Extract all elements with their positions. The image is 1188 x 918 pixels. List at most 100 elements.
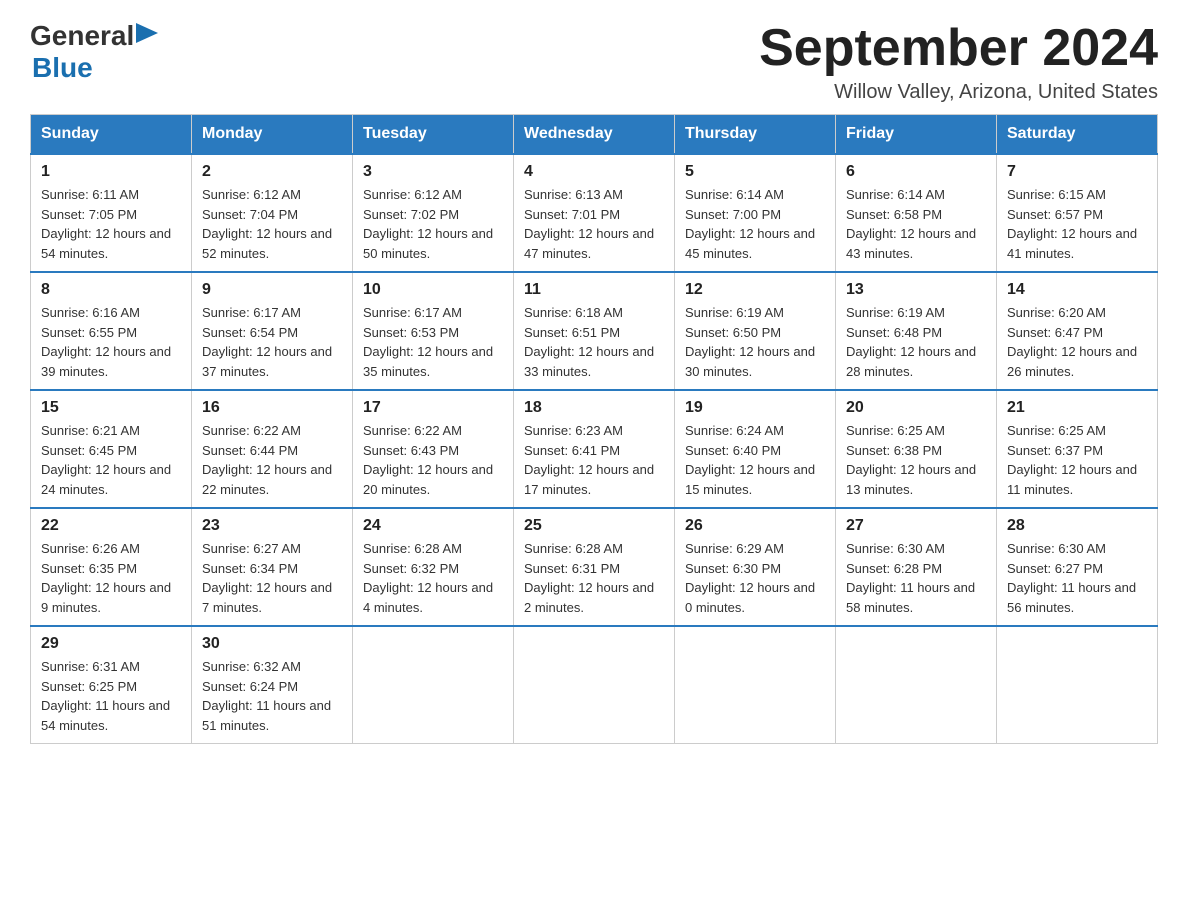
day-number: 11 <box>524 281 664 299</box>
day-number: 10 <box>363 281 503 299</box>
location-subtitle: Willow Valley, Arizona, United States <box>759 81 1158 104</box>
calendar-cell: 15Sunrise: 6:21 AMSunset: 6:45 PMDayligh… <box>31 390 192 508</box>
day-info: Sunrise: 6:17 AMSunset: 6:53 PMDaylight:… <box>363 303 503 381</box>
calendar-cell: 28 Sunrise: 6:30 AMSunset: 6:27 PMDayligh… <box>997 508 1158 626</box>
calendar-cell <box>997 626 1158 744</box>
calendar-cell: 24 Sunrise: 6:28 AMSunset: 6:32 PMDayligh… <box>353 508 514 626</box>
day-number: 18 <box>524 399 664 417</box>
day-info: Sunrise: 6:14 AMSunset: 7:00 PMDaylight:… <box>685 185 825 263</box>
day-info: Sunrise: 6:28 AMSunset: 6:31 PMDaylight:… <box>524 539 664 617</box>
calendar-cell: 7Sunrise: 6:15 AMSunset: 6:57 PMDaylight… <box>997 154 1158 272</box>
calendar-cell: 2Sunrise: 6:12 AMSunset: 7:04 PMDaylight… <box>192 154 353 272</box>
day-number: 12 <box>685 281 825 299</box>
day-number: 25 <box>524 517 664 535</box>
calendar-cell: 11 Sunrise: 6:18 AMSunset: 6:51 PMDayligh… <box>514 272 675 390</box>
day-info: Sunrise: 6:30 AMSunset: 6:27 PMDaylight:… <box>1007 539 1147 617</box>
calendar-cell: 10 Sunrise: 6:17 AMSunset: 6:53 PMDayligh… <box>353 272 514 390</box>
day-info: Sunrise: 6:30 AMSunset: 6:28 PMDaylight:… <box>846 539 986 617</box>
day-number: 1 <box>41 163 181 181</box>
logo-text-general: General <box>30 20 134 52</box>
day-info: Sunrise: 6:18 AMSunset: 6:51 PMDaylight:… <box>524 303 664 381</box>
day-info: Sunrise: 6:19 AMSunset: 6:50 PMDaylight:… <box>685 303 825 381</box>
day-number: 27 <box>846 517 986 535</box>
day-info: Sunrise: 6:29 AMSunset: 6:30 PMDaylight:… <box>685 539 825 617</box>
day-number: 4 <box>524 163 664 181</box>
day-info: Sunrise: 6:28 AMSunset: 6:32 PMDaylight:… <box>363 539 503 617</box>
calendar-cell: 16 Sunrise: 6:22 AMSunset: 6:44 PMDayligh… <box>192 390 353 508</box>
calendar-cell: 6 Sunrise: 6:14 AMSunset: 6:58 PMDaylight… <box>836 154 997 272</box>
day-info: Sunrise: 6:27 AMSunset: 6:34 PMDaylight:… <box>202 539 342 617</box>
day-info: Sunrise: 6:24 AMSunset: 6:40 PMDaylight:… <box>685 421 825 499</box>
day-number: 22 <box>41 517 181 535</box>
day-info: Sunrise: 6:31 AMSunset: 6:25 PMDaylight:… <box>41 657 181 735</box>
day-number: 24 <box>363 517 503 535</box>
calendar-cell: 30Sunrise: 6:32 AMSunset: 6:24 PMDayligh… <box>192 626 353 744</box>
month-title: September 2024 <box>759 20 1158 77</box>
calendar-cell: 3 Sunrise: 6:12 AMSunset: 7:02 PMDaylight… <box>353 154 514 272</box>
day-info: Sunrise: 6:22 AMSunset: 6:43 PMDaylight:… <box>363 421 503 499</box>
calendar-cell <box>353 626 514 744</box>
day-info: Sunrise: 6:22 AMSunset: 6:44 PMDaylight:… <box>202 421 342 499</box>
day-info: Sunrise: 6:13 AMSunset: 7:01 PMDaylight:… <box>524 185 664 263</box>
calendar-cell: 13 Sunrise: 6:19 AMSunset: 6:48 PMDayligh… <box>836 272 997 390</box>
calendar-cell: 29Sunrise: 6:31 AMSunset: 6:25 PMDayligh… <box>31 626 192 744</box>
calendar-cell: 9 Sunrise: 6:17 AMSunset: 6:54 PMDaylight… <box>192 272 353 390</box>
logo: General Blue <box>30 20 158 84</box>
day-info: Sunrise: 6:26 AMSunset: 6:35 PMDaylight:… <box>41 539 181 617</box>
day-info: Sunrise: 6:17 AMSunset: 6:54 PMDaylight:… <box>202 303 342 381</box>
day-info: Sunrise: 6:14 AMSunset: 6:58 PMDaylight:… <box>846 185 986 263</box>
day-number: 21 <box>1007 399 1147 417</box>
day-number: 19 <box>685 399 825 417</box>
day-info: Sunrise: 6:20 AMSunset: 6:47 PMDaylight:… <box>1007 303 1147 381</box>
weekday-header-friday: Friday <box>836 115 997 155</box>
day-number: 26 <box>685 517 825 535</box>
day-number: 16 <box>202 399 342 417</box>
weekday-header-saturday: Saturday <box>997 115 1158 155</box>
calendar-cell: 4 Sunrise: 6:13 AMSunset: 7:01 PMDaylight… <box>514 154 675 272</box>
day-number: 13 <box>846 281 986 299</box>
day-number: 20 <box>846 399 986 417</box>
calendar-cell: 20 Sunrise: 6:25 AMSunset: 6:38 PMDayligh… <box>836 390 997 508</box>
day-number: 6 <box>846 163 986 181</box>
logo-triangle-icon <box>136 23 158 45</box>
weekday-header-monday: Monday <box>192 115 353 155</box>
day-number: 9 <box>202 281 342 299</box>
day-number: 17 <box>363 399 503 417</box>
calendar-cell: 12 Sunrise: 6:19 AMSunset: 6:50 PMDayligh… <box>675 272 836 390</box>
calendar-cell: 18 Sunrise: 6:23 AMSunset: 6:41 PMDayligh… <box>514 390 675 508</box>
calendar-cell: 25 Sunrise: 6:28 AMSunset: 6:31 PMDayligh… <box>514 508 675 626</box>
day-info: Sunrise: 6:11 AMSunset: 7:05 PMDaylight:… <box>41 185 181 263</box>
calendar-table: SundayMondayTuesdayWednesdayThursdayFrid… <box>30 114 1158 744</box>
weekday-header-thursday: Thursday <box>675 115 836 155</box>
calendar-cell: 8 Sunrise: 6:16 AMSunset: 6:55 PMDaylight… <box>31 272 192 390</box>
day-number: 3 <box>363 163 503 181</box>
day-number: 8 <box>41 281 181 299</box>
weekday-header-sunday: Sunday <box>31 115 192 155</box>
day-number: 28 <box>1007 517 1147 535</box>
calendar-cell: 21 Sunrise: 6:25 AMSunset: 6:37 PMDayligh… <box>997 390 1158 508</box>
day-info: Sunrise: 6:25 AMSunset: 6:38 PMDaylight:… <box>846 421 986 499</box>
weekday-header-wednesday: Wednesday <box>514 115 675 155</box>
day-number: 30 <box>202 635 342 653</box>
day-number: 2 <box>202 163 342 181</box>
day-info: Sunrise: 6:12 AMSunset: 7:02 PMDaylight:… <box>363 185 503 263</box>
calendar-cell: 26 Sunrise: 6:29 AMSunset: 6:30 PMDayligh… <box>675 508 836 626</box>
calendar-cell: 17 Sunrise: 6:22 AMSunset: 6:43 PMDayligh… <box>353 390 514 508</box>
logo-text-blue: Blue <box>32 52 93 83</box>
calendar-cell: 22 Sunrise: 6:26 AMSunset: 6:35 PMDayligh… <box>31 508 192 626</box>
calendar-cell: 19 Sunrise: 6:24 AMSunset: 6:40 PMDayligh… <box>675 390 836 508</box>
calendar-header-row: SundayMondayTuesdayWednesdayThursdayFrid… <box>31 115 1158 155</box>
calendar-cell: 1 Sunrise: 6:11 AMSunset: 7:05 PMDaylight… <box>31 154 192 272</box>
weekday-header-tuesday: Tuesday <box>353 115 514 155</box>
calendar-cell <box>675 626 836 744</box>
title-section: September 2024 Willow Valley, Arizona, U… <box>759 20 1158 104</box>
day-info: Sunrise: 6:23 AMSunset: 6:41 PMDaylight:… <box>524 421 664 499</box>
page-header: General Blue September 2024 Willow Valle… <box>30 20 1158 104</box>
day-info: Sunrise: 6:16 AMSunset: 6:55 PMDaylight:… <box>41 303 181 381</box>
calendar-week-row: 15Sunrise: 6:21 AMSunset: 6:45 PMDayligh… <box>31 390 1158 508</box>
day-number: 14 <box>1007 281 1147 299</box>
day-info: Sunrise: 6:19 AMSunset: 6:48 PMDaylight:… <box>846 303 986 381</box>
day-number: 7 <box>1007 163 1147 181</box>
day-info: Sunrise: 6:25 AMSunset: 6:37 PMDaylight:… <box>1007 421 1147 499</box>
calendar-cell <box>836 626 997 744</box>
